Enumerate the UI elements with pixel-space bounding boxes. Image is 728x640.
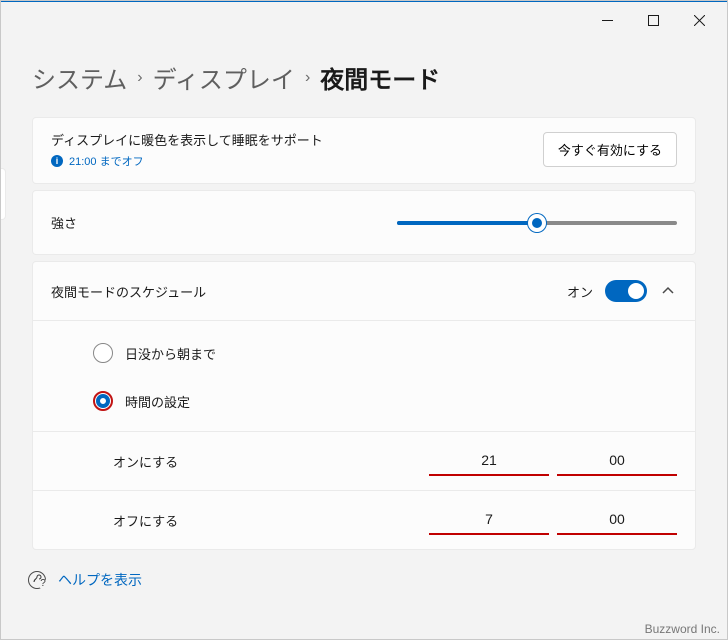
maximize-button[interactable] [630,5,676,35]
watermark: Buzzword Inc. [645,622,720,636]
minimize-button[interactable] [584,5,630,35]
radio-label: 日没から朝まで [125,344,216,363]
close-button[interactable] [676,5,722,35]
left-edge-hint [0,168,6,220]
strength-slider[interactable] [397,221,677,225]
chevron-right-icon: › [137,69,142,87]
radio-selected-icon [93,391,113,411]
radio-set-hours[interactable]: 時間の設定 [93,391,677,411]
expand-collapse-button[interactable] [659,284,677,298]
turn-on-now-button[interactable]: 今すぐ有効にする [543,132,677,167]
night-light-description: ディスプレイに暖色を表示して睡眠をサポート [51,130,323,149]
off-hour-input[interactable]: 7 [429,505,549,535]
radio-sunset-to-sunrise[interactable]: 日没から朝まで [93,343,677,363]
schedule-state-text: オン [567,282,593,301]
turn-off-at-label: オフにする [113,511,178,530]
strength-label: 強さ [51,213,77,232]
breadcrumb-display[interactable]: ディスプレイ [153,60,295,95]
chevron-right-icon: › [305,69,310,87]
chevron-up-icon [661,284,675,298]
breadcrumb-system[interactable]: システム [32,60,127,95]
on-hour-input[interactable]: 21 [429,446,549,476]
radio-label: 時間の設定 [125,392,190,411]
info-icon: i [51,155,63,167]
get-help-link[interactable]: ヘルプを表示 [58,570,142,590]
help-icon [28,571,46,589]
slider-thumb[interactable] [528,214,546,232]
night-light-status: i 21:00 までオフ [51,153,323,169]
on-minute-input[interactable]: 00 [557,446,677,476]
turn-on-at-label: オンにする [113,452,178,471]
schedule-label: 夜間モードのスケジュール [51,282,206,301]
schedule-toggle[interactable] [605,280,647,302]
page-title: 夜間モード [320,60,440,95]
off-minute-input[interactable]: 00 [557,505,677,535]
status-text: 21:00 までオフ [69,153,144,169]
breadcrumb: システム › ディスプレイ › 夜間モード [32,60,696,95]
window-titlebar [0,2,728,38]
radio-icon [93,343,113,363]
